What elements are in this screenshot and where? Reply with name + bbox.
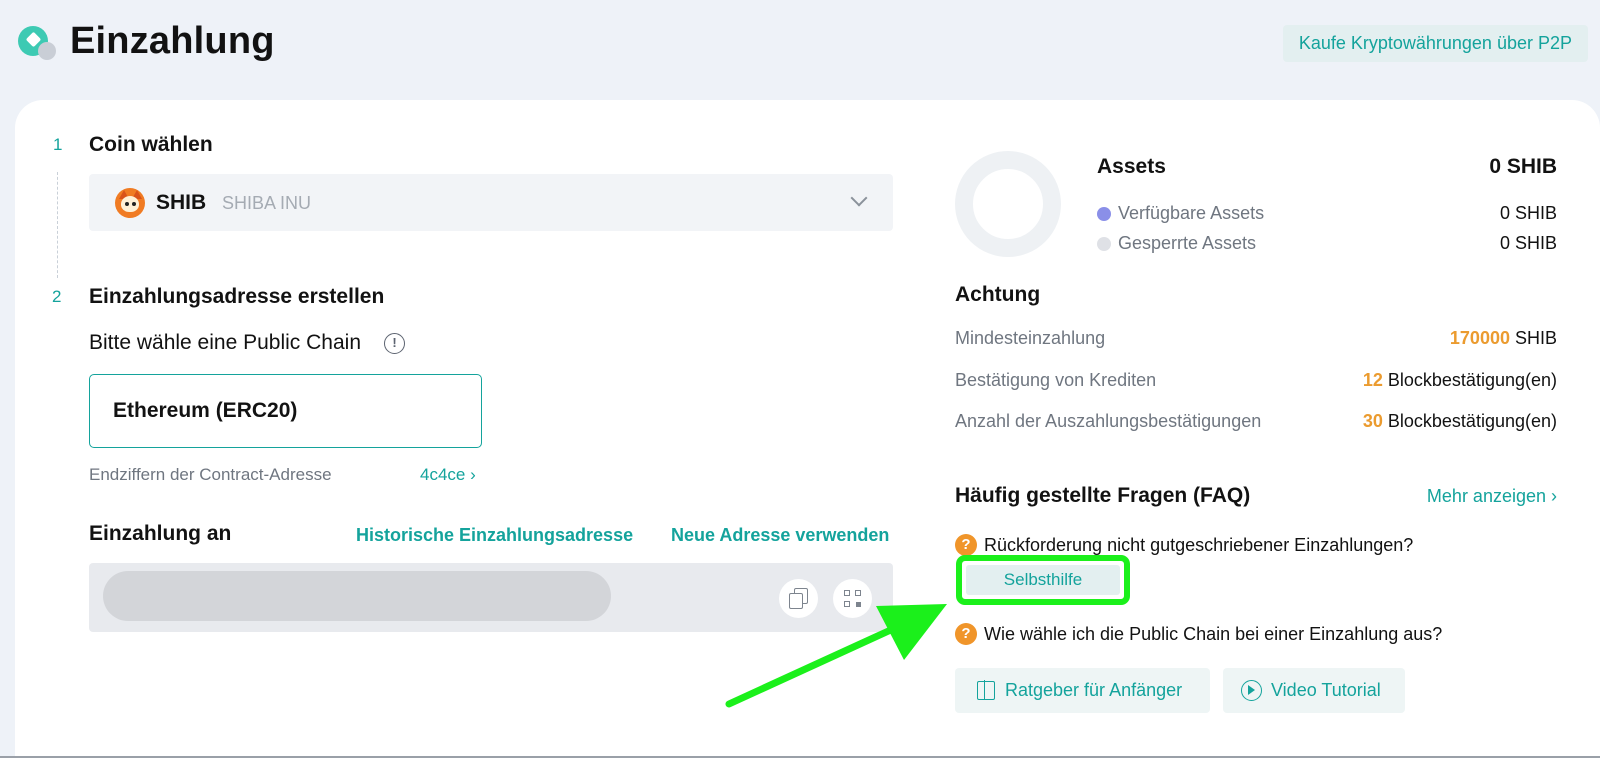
faq-question-1[interactable]: Rückforderung nicht gutgeschriebener Ein… [984,535,1413,556]
brand-logo [18,26,60,62]
locked-dot [1097,237,1111,251]
coin-select-dropdown[interactable]: SHIB SHIBA INU [89,174,893,231]
p2p-buy-button[interactable]: Kaufe Kryptowährungen über P2P [1282,25,1588,62]
new-address-link[interactable]: Neue Adresse verwenden [671,525,889,546]
coin-name: SHIBA INU [222,193,312,213]
assets-donut-chart [955,151,1061,257]
chevron-down-icon[interactable] [850,189,868,207]
withdraw-confirmations-label: Anzahl der Auszahlungsbestätigungen [955,411,1262,431]
assets-total: 0 SHIB [1489,155,1557,178]
beginner-guide-button[interactable]: Ratgeber für Anfänger [955,668,1210,713]
locked-assets-value: 0 SHIB [1499,233,1557,253]
history-address-link[interactable]: Historische Einzahlungsadresse [356,525,633,546]
assets-title: Assets [1097,155,1166,178]
available-assets-value: 0 SHIB [1499,203,1557,223]
step-number-1: 1 [53,135,63,154]
coin-symbol: SHIB [156,191,207,214]
min-deposit-label: Mindesteinzahlung [955,328,1106,348]
page-title: Einzahlung [70,20,275,62]
min-deposit-value: 170000 SHIB [1449,328,1557,348]
locked-assets-label: Gesperrte Assets [1118,233,1257,253]
faq-more-link[interactable]: Mehr anzeigen › [1427,486,1557,507]
contract-address-link[interactable]: 4c4ce › [420,465,476,485]
credit-confirmations-value: 12 Blockbestätigung(en) [1362,370,1557,390]
deposit-address-placeholder [103,571,611,621]
faq-question-2[interactable]: Wie wähle ich die Public Chain bei einer… [984,624,1442,645]
book-icon [977,680,995,700]
self-help-button[interactable]: Selbsthilfe [966,565,1120,595]
question-icon: ? [955,623,977,645]
step-title-choose-coin: Coin wählen [89,133,213,156]
beginner-guide-label: Ratgeber für Anfänger [1005,680,1183,700]
question-icon: ? [955,534,977,556]
self-help-highlight: Selbsthilfe [956,555,1130,605]
step-title-create-address: Einzahlungsadresse erstellen [89,285,385,308]
step-connector [57,172,58,278]
shiba-inu-icon [115,188,145,218]
deposit-to-title: Einzahlung an [89,522,232,545]
credit-confirmations-label: Bestätigung von Krediten [955,370,1157,390]
step-number-2: 2 [52,287,62,306]
available-assets-label: Verfügbare Assets [1118,203,1265,223]
available-dot [1097,207,1111,221]
notice-title: Achtung [955,283,1041,306]
video-tutorial-button[interactable]: Video Tutorial [1223,668,1405,713]
chain-option-erc20[interactable]: Ethereum (ERC20) [89,374,482,448]
withdraw-confirmations-value: 30 Blockbestätigung(en) [1362,411,1557,431]
faq-title: Häufig gestellte Fragen (FAQ) [955,484,1251,507]
chain-label: Bitte wähle eine Public Chain [89,331,361,354]
annotation-arrow [725,604,947,708]
contract-address-label: Endziffern der Contract-Adresse [89,465,332,484]
play-icon [1241,680,1262,701]
video-tutorial-label: Video Tutorial [1271,680,1381,700]
info-icon[interactable]: ! [384,333,405,354]
contract-address-value[interactable]: 4c4ce [420,465,465,484]
